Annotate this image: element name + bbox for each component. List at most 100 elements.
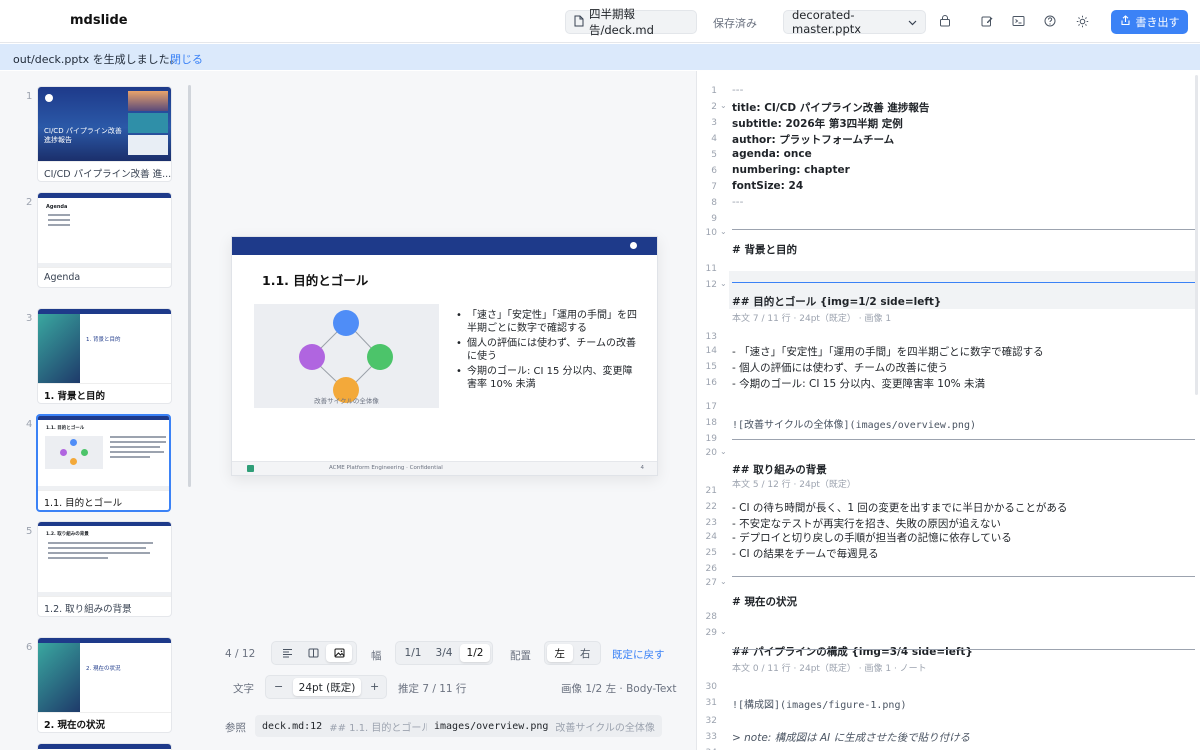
editor-line[interactable]: 5 agenda: once: [697, 147, 1195, 163]
editor-line[interactable]: ## パイプラインの構成 {img=3/4 side=left}: [697, 643, 1195, 659]
lock-icon[interactable]: [938, 14, 952, 28]
image-width-toggle[interactable]: 1/1 3/4 1/2: [395, 641, 493, 665]
line-content: # 背景と目的: [732, 244, 797, 256]
theme-sun-icon[interactable]: [1075, 14, 1089, 28]
app-window: mdslide 四半期報告/deck.md 保存済み decorated-mas…: [0, 0, 1200, 750]
slide-thumb-4[interactable]: 1.1. 目的とゴール 1.1. 目的とゴール: [36, 414, 171, 512]
slide-thumb-1[interactable]: CI/CD パイプライン改善 進捗報告 CI/CD パイプライン改善 進...: [37, 86, 172, 182]
line-content: > note: 構成図は AI に生成させた後で貼り付ける: [732, 732, 971, 744]
font-decrease-button[interactable]: −: [274, 680, 283, 693]
layout-split-button[interactable]: [300, 644, 326, 662]
font-increase-button[interactable]: +: [370, 680, 379, 693]
font-size-stepper[interactable]: − 24pt (既定) +: [265, 675, 387, 699]
editor-line[interactable]: 11: [697, 261, 1195, 277]
slide-thumb-3[interactable]: 1. 背景と目的 1. 背景と目的: [37, 308, 172, 404]
file-path-button[interactable]: 四半期報告/deck.md: [565, 7, 697, 37]
notice-close-link[interactable]: 閉じる: [170, 51, 203, 67]
editor-line[interactable]: 29 ⌄: [697, 625, 1195, 641]
width-label: 幅: [371, 650, 382, 662]
thumb-line: [48, 214, 70, 216]
editor-line[interactable]: 17: [697, 399, 1195, 415]
help-icon[interactable]: [1043, 14, 1057, 28]
slide-footer: ACME Platform Engineering · Confidential…: [232, 461, 657, 475]
side-option-selected[interactable]: 左: [547, 644, 573, 662]
slide-thumb-6[interactable]: 2. 現在の状況 2. 現在の状況: [37, 637, 172, 733]
editor-line[interactable]: 31 ![構成図](images/figure-1.png): [697, 695, 1195, 711]
editor-line[interactable]: 20 ⌄: [697, 445, 1195, 461]
line-number: 13: [705, 332, 717, 342]
editor-line[interactable]: 18 ![改善サイクルの全体像](images/overview.png): [697, 415, 1195, 431]
slide-preview[interactable]: 1.1. 目的とゴール 改善サイクルの全体像 「速さ」: [231, 236, 658, 476]
editor-line[interactable]: 4 author: プラットフォームチーム: [697, 131, 1195, 147]
editor-line[interactable]: 12 ⌄: [697, 277, 1195, 293]
editor-line[interactable]: 22 - CI の待ち時間が長く、1 回の変更を出すまでに半日かかることがある: [697, 499, 1195, 515]
export-button[interactable]: 書き出す: [1111, 10, 1188, 34]
editor-line[interactable]: 28: [697, 609, 1195, 625]
slide-thumb-7[interactable]: [37, 743, 172, 750]
editor-line[interactable]: # 現在の状況: [697, 593, 1195, 609]
editor-line[interactable]: 32: [697, 713, 1195, 729]
thumb-line: [110, 446, 160, 448]
terminal-icon[interactable]: [1011, 14, 1025, 28]
width-option[interactable]: 3/4: [428, 644, 460, 662]
fold-chevron-icon[interactable]: ⌄: [720, 577, 727, 586]
slide-thumbnail-list[interactable]: 1 CI/CD パイプライン改善 進捗報告 CI/CD パイプライン改善 進..…: [0, 71, 193, 750]
line-number: 18: [705, 418, 717, 428]
editor-line[interactable]: 33 > note: 構成図は AI に生成させた後で貼り付ける: [697, 729, 1195, 745]
editor-line[interactable]: 25 - CI の結果をチームで毎週見る: [697, 545, 1195, 561]
layout-image-button[interactable]: [326, 644, 352, 662]
editor-line[interactable]: 1 ---: [697, 83, 1195, 99]
sidebar-scrollbar[interactable]: [188, 85, 191, 487]
layout-mode-toggle[interactable]: [271, 641, 357, 665]
page-indicator: 4 / 12: [225, 648, 256, 660]
file-path: 四半期報告/deck.md: [589, 7, 654, 37]
footer-text: ACME Platform Engineering · Confidential: [329, 465, 443, 471]
image-ref-chip[interactable]: images/overview.png 改善サイクルの全体像: [427, 715, 662, 737]
layout-text-button[interactable]: [274, 644, 300, 662]
fold-chevron-icon[interactable]: ⌄: [720, 627, 727, 636]
image-side-toggle[interactable]: 左 右: [544, 641, 601, 665]
editor-line[interactable]: ## 取り組みの背景: [697, 461, 1195, 477]
editor-line[interactable]: 24 - デプロイと切り戻しの手順が担当者の記憶に依存している: [697, 529, 1195, 545]
slide-thumb-title: 2. 現在の状況: [86, 666, 121, 672]
slide-thumb-2[interactable]: Agenda Agenda: [37, 192, 172, 288]
side-option[interactable]: 右: [573, 644, 599, 662]
editor-line[interactable]: 10 ⌄: [697, 225, 1195, 241]
editor-line[interactable]: 3 subtitle: 2026年 第3四半期 定例: [697, 115, 1195, 131]
thumb-line: [48, 547, 146, 549]
edit-icon[interactable]: [980, 14, 994, 28]
editor-line[interactable]: ## 目的とゴール {img=1/2 side=left}: [697, 293, 1195, 309]
template-select[interactable]: decorated-master.pptx: [783, 8, 926, 36]
markdown-editor[interactable]: 1 --- 2 ⌄ title: CI/CD パイプライン改善 進捗報告 3 subtitl…: [696, 71, 1200, 750]
line-content: title: CI/CD パイプライン改善 進捗報告: [732, 102, 930, 114]
thumb-line: [110, 436, 166, 438]
fold-chevron-icon[interactable]: ⌄: [720, 101, 727, 110]
width-option[interactable]: 1/1: [398, 644, 428, 662]
diagram-caption: 改善サイクルの全体像: [314, 397, 379, 405]
source-ref-chip[interactable]: deck.md:12 ## 1.1. 目的とゴール: [255, 715, 439, 737]
fold-chevron-icon[interactable]: ⌄: [720, 447, 727, 456]
slide-number: 4: [26, 419, 33, 430]
editor-line[interactable]: 14 - 「速さ」「安定性」「運用の手間」を四半期ごとに数字で確認する: [697, 343, 1195, 359]
editor-line[interactable]: 2 ⌄ title: CI/CD パイプライン改善 進捗報告: [697, 99, 1195, 115]
editor-scrollbar[interactable]: [1195, 75, 1198, 395]
editor-line[interactable]: 16 - 今期のゴール: CI 15 分以内、変更障害率 10% 未満: [697, 375, 1195, 391]
logo-icon: [630, 242, 637, 249]
editor-line[interactable]: 8 ---: [697, 195, 1195, 211]
editor-line[interactable]: 27 ⌄: [697, 575, 1195, 591]
editor-line[interactable]: 7 fontSize: 24: [697, 179, 1195, 195]
fold-chevron-icon[interactable]: ⌄: [720, 279, 727, 288]
editor-line[interactable]: 15 - 個人の評価には使わず、チームの改善に使う: [697, 359, 1195, 375]
slide-thumb-title: 1.2. 取り組みの背景: [46, 532, 89, 537]
width-option-selected[interactable]: 1/2: [460, 644, 490, 662]
line-number: 29: [705, 628, 717, 638]
top-bar: mdslide 四半期報告/deck.md 保存済み decorated-mas…: [0, 0, 1200, 43]
reset-default-link[interactable]: 既定に戻す: [612, 647, 665, 662]
editor-line[interactable]: 34: [697, 745, 1195, 750]
slide-thumb-5[interactable]: 1.2. 取り組みの背景 1.2. 取り組みの背景: [37, 521, 172, 617]
editor-line[interactable]: 30: [697, 679, 1195, 695]
slide-thumb-image: CI/CD パイプライン改善 進捗報告: [38, 87, 171, 161]
editor-line[interactable]: 6 numbering: chapter: [697, 163, 1195, 179]
fold-chevron-icon[interactable]: ⌄: [720, 227, 727, 236]
editor-line[interactable]: # 背景と目的: [697, 241, 1195, 257]
